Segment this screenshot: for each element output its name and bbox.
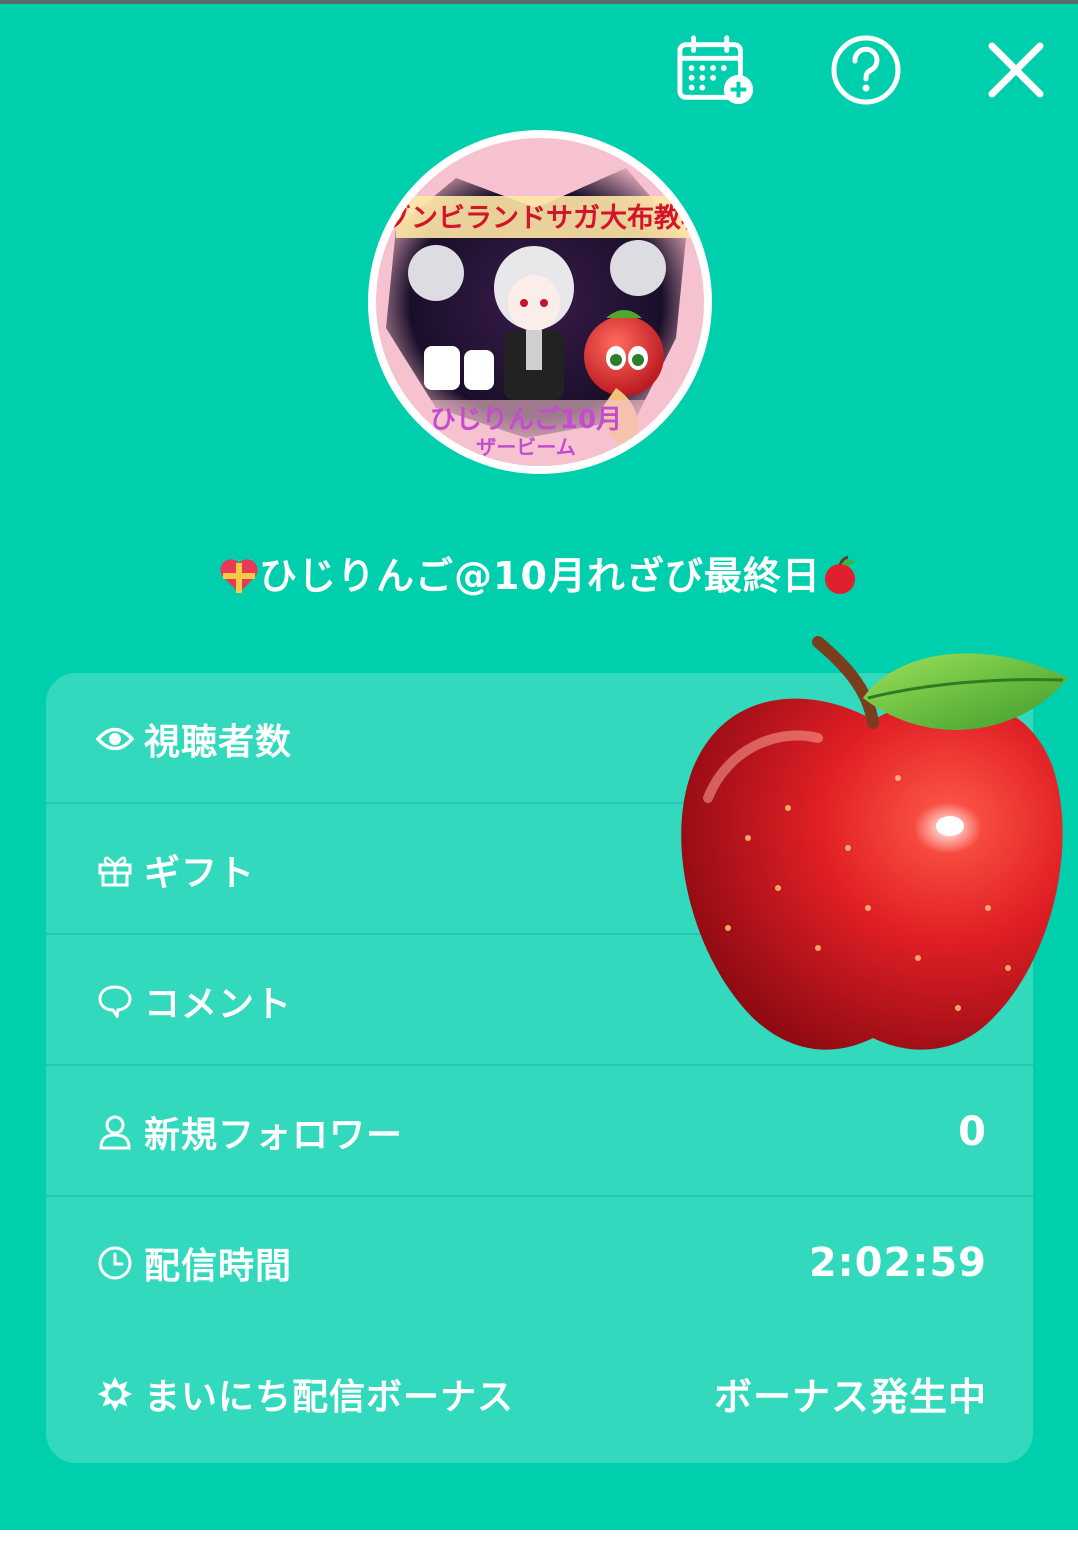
stat-row-daily-bonus: まいにち配信ボーナス ボーナス発生中 <box>46 1328 1033 1459</box>
heart-gift-icon <box>219 557 259 604</box>
stat-label-stream-time: 配信時間 <box>144 1245 293 1287</box>
stat-row-viewers: 視聴者数 <box>46 673 1033 804</box>
avatar-bottom-text: ひじりんご10月 <box>430 404 622 435</box>
username: ひじりんご@10月れざび最終日 <box>0 545 1078 604</box>
gift-icon <box>96 851 134 889</box>
stat-label-viewers: 視聴者数 <box>144 721 293 763</box>
top-divider <box>0 0 1078 4</box>
username-text: ひじりんご@10月れざび最終日 <box>259 554 821 598</box>
stat-row-comments: コメント <box>46 935 1033 1066</box>
avatar: ゾンビランドサガ大布教枠 ひじりんご10月 ザービーム <box>368 130 712 474</box>
avatar-image: ゾンビランドサガ大布教枠 ひじりんご10月 ザービーム <box>376 138 704 466</box>
apple-icon <box>821 555 859 604</box>
stat-row-new-followers: 新規フォロワー 0 <box>46 1066 1033 1197</box>
help-icon[interactable] <box>826 30 906 110</box>
stat-row-gifts: ギフト <box>46 804 1033 935</box>
stream-stats-panel: ゾンビランドサガ大布教枠 ひじりんご10月 ザービーム ひじりんご@10月れざび… <box>0 0 1078 1530</box>
stat-value-stream-time: 2:02:59 <box>808 1239 987 1286</box>
stat-label-daily-bonus: まいにち配信ボーナス <box>144 1376 515 1418</box>
comment-icon <box>96 982 134 1020</box>
calendar-add-icon[interactable] <box>676 30 756 110</box>
eye-icon <box>96 720 134 758</box>
stat-label-gifts: ギフト <box>144 852 256 894</box>
sun-icon <box>96 1375 134 1413</box>
stats-card: 視聴者数 ギフト コメント 新規フォロワー 0 配信時間 2:02:59 まいに… <box>46 673 1033 1463</box>
close-icon[interactable] <box>976 30 1056 110</box>
stat-value-new-followers: 0 <box>958 1108 987 1155</box>
clock-icon <box>96 1244 134 1282</box>
stat-label-comments: コメント <box>144 983 293 1025</box>
avatar-bottom-text-2: ザービーム <box>476 435 575 459</box>
stat-label-new-followers: 新規フォロワー <box>144 1114 404 1156</box>
stat-row-stream-time: 配信時間 2:02:59 <box>46 1197 1033 1328</box>
user-icon <box>96 1113 134 1151</box>
avatar-banner-text: ゾンビランドサガ大布教枠 <box>384 203 704 234</box>
stat-value-daily-bonus: ボーナス発生中 <box>713 1375 987 1419</box>
